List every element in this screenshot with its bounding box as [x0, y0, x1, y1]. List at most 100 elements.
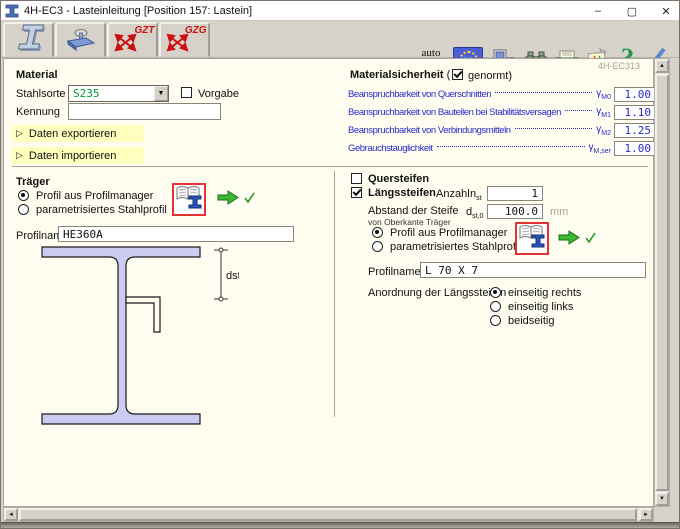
green-arrow-icon: [216, 190, 240, 205]
load-bearing-icon: [64, 24, 98, 57]
genormt-checkbox[interactable]: [452, 69, 463, 80]
abstand-unit: mm: [550, 206, 568, 218]
genormt-label: genormt): [468, 70, 512, 82]
close-button[interactable]: ✕: [657, 5, 675, 18]
traeger-profilmanager-label: Profil aus Profilmanager: [36, 190, 153, 202]
tab-gzt[interactable]: GZT: [107, 22, 158, 57]
traeger-section-title: Träger: [16, 176, 50, 188]
steifen-profilmanager-label: Profil aus Profilmanager: [390, 227, 507, 239]
abstand-sublabel: von Oberkante Träger: [368, 217, 451, 227]
steifen-profilmanager-radio[interactable]: [372, 227, 383, 238]
main-panel: 4H-EC313 Material Stahlsorte S235 ▼ Vorg…: [3, 58, 654, 507]
laengssteifen-checkbox[interactable]: [351, 187, 362, 198]
window-bottom-frame: [1, 522, 679, 529]
green-check-icon: [243, 191, 256, 204]
gamma-row: Beanspruchbarkeit von Querschnitten γM0 …: [348, 86, 656, 102]
stahlsorte-select[interactable]: S235 ▼: [68, 85, 169, 102]
profile-book-icon: [518, 223, 546, 254]
green-arrow-icon: [557, 230, 581, 245]
vertical-scroll-thumb[interactable]: [655, 74, 669, 491]
gamma-symbol: γM,ser: [589, 142, 612, 155]
anordnung-links-radio[interactable]: [490, 301, 501, 312]
scroll-left-button[interactable]: ◄: [4, 508, 18, 521]
minimize-button[interactable]: –: [589, 5, 607, 17]
steifen-status: [557, 230, 597, 245]
anordnung-beidseitig-label: beidseitig: [508, 315, 554, 327]
dimension-label: dst0: [226, 270, 239, 282]
daten-exportieren-action[interactable]: ▷ Daten exportieren: [12, 125, 144, 142]
gzg-label: GZG: [185, 25, 207, 36]
horizontal-scroll-thumb[interactable]: [19, 508, 637, 521]
tab-profile[interactable]: [3, 22, 54, 57]
gamma-row-label: Beanspruchbarkeit von Bauteilen bei Stab…: [348, 107, 561, 118]
gamma-row-label: Gebrauchstauglichkeit: [348, 143, 433, 154]
app-icon: [5, 4, 19, 18]
traeger-parametrisiert-radio[interactable]: [18, 204, 29, 215]
scroll-up-button[interactable]: ▲: [655, 59, 669, 73]
gamma-row-label: Beanspruchbarkeit von Verbindungsmitteln: [348, 125, 511, 136]
dotted-leader: [565, 110, 592, 111]
gzt-crossed-arrows-icon: GZT: [111, 26, 155, 54]
section-divider: [12, 166, 648, 167]
gzt-label: GZT: [135, 25, 155, 36]
gamma-value[interactable]: 1.00: [614, 87, 656, 102]
dotted-leader: [437, 146, 585, 147]
vorgabe-label: Vorgabe: [198, 88, 239, 100]
beam-cross-section-diagram: dst0: [27, 244, 239, 439]
vorgabe-checkbox[interactable]: [181, 87, 192, 98]
anordnung-rechts-label: einseitig rechts: [508, 287, 581, 299]
quersteifen-label: Quersteifen: [368, 173, 429, 185]
column-divider: [334, 171, 335, 417]
anordnung-beidseitig-radio[interactable]: [490, 315, 501, 326]
traeger-profilmanager-radio[interactable]: [18, 190, 29, 201]
gamma-value[interactable]: 1.00: [614, 141, 656, 156]
steifen-parametrisiert-radio[interactable]: [372, 241, 383, 252]
daten-importieren-action[interactable]: ▷ Daten importieren: [12, 147, 144, 164]
quersteifen-checkbox[interactable]: [351, 173, 362, 184]
angle-stiffener-shape: [126, 297, 160, 332]
gamma-row-label: Beanspruchbarkeit von Querschnitten: [348, 89, 491, 100]
materialsicherheit-section-title: Materialsicherheit (: [350, 69, 450, 81]
maximize-button[interactable]: ▢: [623, 5, 641, 18]
anordnung-links-label: einseitig links: [508, 301, 573, 313]
anordnung-rechts-radio[interactable]: [490, 287, 501, 298]
scroll-down-button[interactable]: ▼: [655, 492, 669, 506]
stahlsorte-label: Stahlsorte: [16, 88, 66, 100]
laengssteifen-label: Längssteifen: [368, 187, 436, 199]
traeger-profilmanager-button[interactable]: [172, 183, 206, 216]
traeger-profilname-input[interactable]: [58, 226, 294, 242]
steifen-profilname-input[interactable]: [420, 262, 646, 278]
traeger-status: [216, 190, 256, 205]
beam-profile-icon: [10, 23, 48, 58]
steifen-profilname-label: Profilname: [368, 266, 421, 278]
window-title: 4H-EC3 - Lasteinleitung [Position 157: L…: [24, 5, 252, 17]
gamma-symbol: γM1: [596, 106, 611, 119]
title-bar: 4H-EC3 - Lasteinleitung [Position 157: L…: [1, 1, 679, 21]
gamma-value[interactable]: 1.10: [614, 105, 656, 120]
abstand-label: Abstand der Steife: [368, 205, 459, 217]
gamma-row: Beanspruchbarkeit von Verbindungsmitteln…: [348, 122, 656, 138]
tab-load[interactable]: [55, 22, 106, 57]
anzahl-symbol: nst: [470, 188, 482, 202]
gamma-row: Gebrauchstauglichkeit γM,ser 1.00: [348, 140, 656, 156]
abstand-symbol: dst,0: [466, 206, 483, 220]
vertical-scrollbar[interactable]: ▲ ▼: [654, 58, 670, 507]
anzahl-input[interactable]: [487, 186, 543, 201]
kennung-label: Kennung: [16, 106, 60, 118]
i-beam-shape: [42, 247, 200, 424]
kennung-input[interactable]: [68, 103, 221, 120]
anordnung-label: Anordnung der Längssteifen: [368, 287, 506, 299]
anzahl-label: Anzahl: [436, 188, 470, 200]
horizontal-scrollbar[interactable]: ◄ ►: [3, 507, 654, 522]
abstand-input[interactable]: [487, 204, 543, 219]
dropdown-arrow-icon[interactable]: ▼: [154, 86, 168, 101]
run-arrow-icon: ▷: [16, 150, 23, 161]
tab-gzg[interactable]: GZG: [159, 22, 210, 57]
gzg-crossed-arrows-icon: GZG: [163, 26, 207, 54]
profile-book-icon: [175, 184, 203, 215]
steifen-profilmanager-button[interactable]: [515, 222, 549, 255]
scroll-right-button[interactable]: ►: [639, 508, 653, 521]
gamma-value[interactable]: 1.25: [614, 123, 656, 138]
daten-importieren-label: Daten importieren: [29, 150, 116, 162]
run-arrow-icon: ▷: [16, 128, 23, 139]
